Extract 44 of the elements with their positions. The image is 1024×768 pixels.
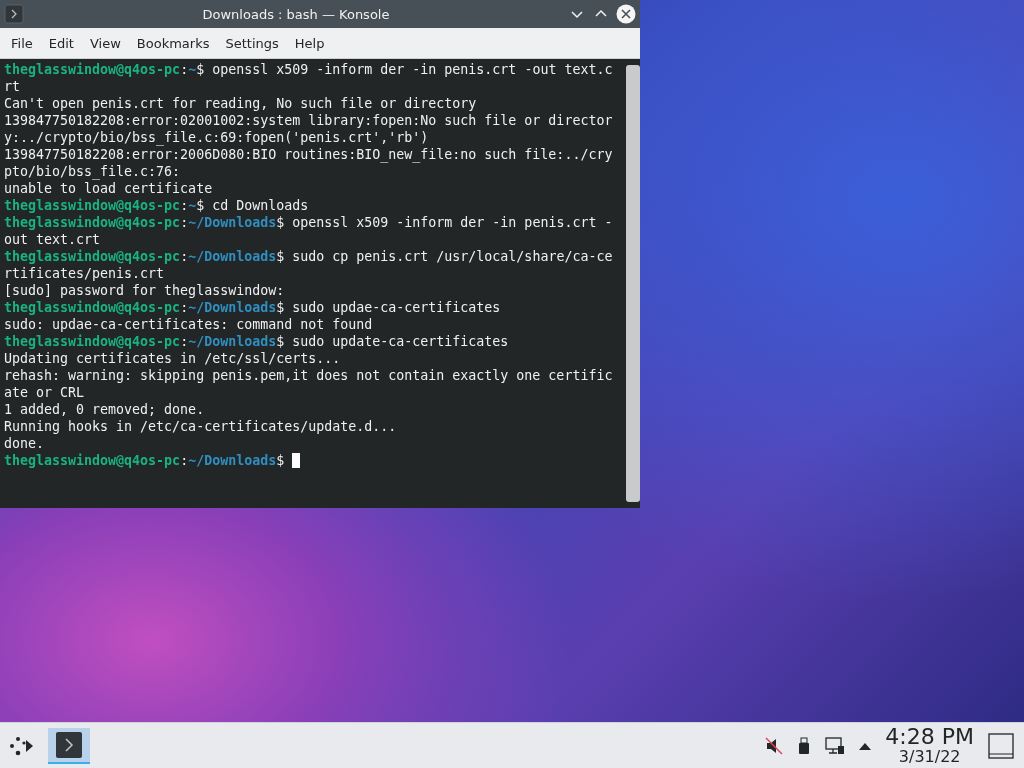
output-line: Can't open penis.crt for reading, No such file or directory: [4, 95, 478, 112]
output-line: done.: [4, 435, 46, 452]
prompt-line: theglasswindow@q4os-pc:~$ cd Downloads: [4, 197, 310, 214]
menu-item[interactable]: File: [3, 31, 41, 55]
prompt-line: theglasswindow@q4os-pc:~$ openssl x509 -inform der -in penis.crt -out text.c: [4, 61, 614, 78]
output-line: 139847750182208:error:02001002:system library:fopen:No such file or director: [4, 112, 614, 129]
show-desktop-icon[interactable]: [988, 732, 1014, 759]
prompt-line: theglasswindow@q4os-pc:~/Downloads$: [4, 452, 285, 469]
clock-date: 3/31/22: [898, 749, 961, 765]
window-title: Downloads : bash — Konsole: [201, 6, 391, 22]
menu-item[interactable]: Bookmarks: [128, 31, 218, 55]
prompt-line: theglasswindow@q4os-pc:~/Downloads$ sudo cp penis.crt /usr/local/share/ca-ce: [4, 248, 614, 265]
menu-item[interactable]: Edit: [40, 31, 82, 55]
output-line: 1 added, 0 removed; done.: [4, 401, 206, 418]
scrollbar-thumb[interactable]: [626, 65, 640, 502]
output-line: Updating certificates in /etc/ssl/certs...: [4, 350, 342, 367]
output-line: rt: [4, 78, 21, 95]
output-line: Running hooks in /etc/ca-certificates/update.d...: [4, 418, 398, 435]
muted-speaker-icon[interactable]: [765, 736, 784, 755]
clock-time: 4:28 PM: [885, 726, 974, 748]
menu-item[interactable]: View: [81, 31, 129, 55]
output-line: pto/bio/bss_file.c:76:: [4, 163, 182, 180]
menu-item[interactable]: Settings: [217, 31, 287, 55]
terminal-icon: [55, 730, 83, 759]
output-line: unable to load certificate: [4, 180, 214, 197]
output-line: 139847750182208:error:2006D080:BIO routines:BIO_new_file:no such file:../cry: [4, 146, 614, 163]
output-line: ate or CRL: [4, 384, 86, 401]
konsole-task-button[interactable]: [48, 727, 90, 764]
prompt-line: theglasswindow@q4os-pc:~/Downloads$ sudo updae-ca-certificates: [4, 299, 502, 316]
close-icon[interactable]: [616, 4, 636, 24]
prompt-line: theglasswindow@q4os-pc:~/Downloads$ sudo update-ca-certificates: [4, 333, 510, 350]
usb-drive-icon[interactable]: [797, 736, 812, 755]
menu-item[interactable]: Help: [286, 31, 333, 55]
output-line: out text.crt: [4, 231, 102, 248]
output-line: y:../crypto/bio/bss_file.c:69:fopen('penis.crt','rb'): [4, 129, 430, 146]
output-line: sudo: updae-ca-certificates: command not found: [4, 316, 374, 333]
clock[interactable]: 4:28 PM 3/31/22: [885, 726, 974, 765]
output-line: rtificates/penis.crt: [4, 265, 166, 282]
prompt-line: theglasswindow@q4os-pc:~/Downloads$ openssl x509 -inform der -in penis.crt -: [4, 214, 614, 231]
terminal-icon: [4, 4, 24, 24]
output-line: rehash: warning: skipping penis.pem,it does not contain exactly one certific: [4, 367, 614, 384]
expand-tray-icon[interactable]: [859, 741, 872, 750]
output-line: [sudo] password for theglasswindow:: [4, 282, 286, 299]
network-icon[interactable]: [825, 736, 846, 755]
